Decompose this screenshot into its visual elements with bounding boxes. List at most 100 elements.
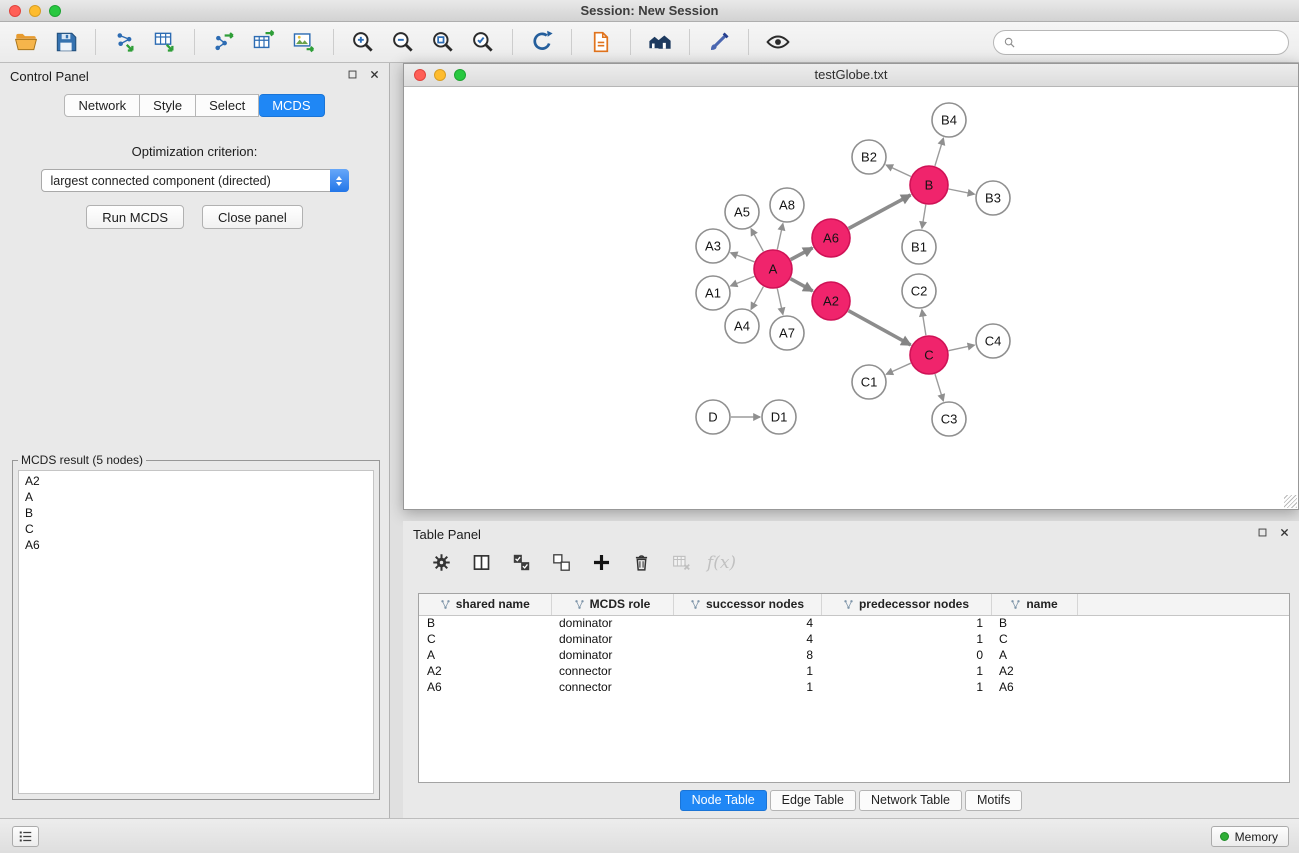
zoom-in-button[interactable] [343, 24, 383, 60]
table-cell[interactable]: B [419, 615, 551, 631]
zoom-fit-button[interactable] [423, 24, 463, 60]
export-table-button[interactable] [244, 24, 284, 60]
save-session-button[interactable] [46, 24, 86, 60]
table-cell[interactable]: 1 [821, 631, 991, 647]
search-field[interactable] [993, 30, 1289, 55]
table-cell[interactable]: A6 [991, 679, 1077, 695]
table-cell[interactable]: A6 [419, 679, 551, 695]
column-header-MCDS-role[interactable]: MCDS role [551, 594, 673, 615]
tab-node-table[interactable]: Node Table [680, 790, 767, 811]
mcds-result-item[interactable]: B [19, 505, 373, 521]
table-cell[interactable]: C [419, 631, 551, 647]
table-cell[interactable]: connector [551, 663, 673, 679]
tab-select[interactable]: Select [196, 94, 259, 117]
tab-edge-table[interactable]: Edge Table [770, 790, 856, 811]
node-C2[interactable]: C2 [902, 274, 936, 308]
show-columns-button[interactable] [465, 547, 498, 578]
tab-motifs[interactable]: Motifs [965, 790, 1022, 811]
node-table[interactable]: shared nameMCDS rolesuccessor nodesprede… [418, 593, 1290, 783]
node-B[interactable]: B [910, 166, 948, 204]
table-cell[interactable]: A [991, 647, 1077, 663]
table-cell[interactable]: C [991, 631, 1077, 647]
resize-grip[interactable] [1284, 495, 1297, 508]
memory-button[interactable]: Memory [1211, 826, 1289, 847]
home-button[interactable] [640, 24, 680, 60]
export-network-button[interactable] [204, 24, 244, 60]
node-D1[interactable]: D1 [762, 400, 796, 434]
search-input[interactable] [1022, 36, 1279, 50]
table-cell[interactable]: 1 [821, 615, 991, 631]
edge-A-A2[interactable] [791, 279, 813, 291]
edge-A2-C[interactable] [849, 311, 911, 345]
delete-row-button[interactable] [625, 547, 658, 578]
tab-network[interactable]: Network [64, 94, 140, 117]
node-D[interactable]: D [696, 400, 730, 434]
edge-C-C3[interactable] [935, 374, 943, 401]
mcds-result-item[interactable]: C [19, 521, 373, 537]
table-cell[interactable]: dominator [551, 631, 673, 647]
node-B1[interactable]: B1 [902, 230, 936, 264]
network-close-button[interactable] [414, 69, 426, 81]
node-A6[interactable]: A6 [812, 219, 850, 257]
criterion-dropdown[interactable]: largest connected component (directed) [41, 169, 349, 192]
node-A[interactable]: A [754, 250, 792, 288]
table-row[interactable]: Cdominator41C [419, 631, 1289, 647]
network-window-titlebar[interactable]: testGlobe.txt [404, 64, 1298, 87]
network-canvas[interactable]: B4B2BB3A5A8A6A3B1AA1C2A2A4A7C4CC1C3DD1 [405, 87, 1299, 508]
edge-A-A3[interactable] [731, 253, 755, 262]
network-minimize-button[interactable] [434, 69, 446, 81]
column-header-predecessor-nodes[interactable]: predecessor nodes [821, 594, 991, 615]
table-cell[interactable]: 1 [821, 679, 991, 695]
table-cell[interactable]: connector [551, 679, 673, 695]
column-header-shared-name[interactable]: shared name [419, 594, 551, 615]
table-cell[interactable]: 1 [673, 679, 821, 695]
tab-network-table[interactable]: Network Table [859, 790, 962, 811]
zoom-out-button[interactable] [383, 24, 423, 60]
tab-style[interactable]: Style [140, 94, 196, 117]
apply-layout-button[interactable] [522, 24, 562, 60]
table-cell[interactable]: 8 [673, 647, 821, 663]
tab-mcds[interactable]: MCDS [259, 94, 324, 117]
table-cell[interactable]: dominator [551, 647, 673, 663]
edge-A-A7[interactable] [777, 289, 783, 315]
table-cell[interactable]: A2 [991, 663, 1077, 679]
edge-C-C2[interactable] [922, 310, 926, 335]
node-B4[interactable]: B4 [932, 103, 966, 137]
network-zoom-button[interactable] [454, 69, 466, 81]
analyzer-button[interactable] [699, 24, 739, 60]
add-row-button[interactable] [585, 547, 618, 578]
mcds-result-item[interactable]: A6 [19, 537, 373, 553]
open-document-button[interactable] [581, 24, 621, 60]
node-B2[interactable]: B2 [852, 140, 886, 174]
table-cell[interactable]: dominator [551, 615, 673, 631]
node-C1[interactable]: C1 [852, 365, 886, 399]
edge-B-B2[interactable] [886, 165, 911, 177]
edge-B-B1[interactable] [922, 205, 926, 229]
table-cell[interactable]: 1 [673, 663, 821, 679]
node-C3[interactable]: C3 [932, 402, 966, 436]
node-C4[interactable]: C4 [976, 324, 1010, 358]
node-A8[interactable]: A8 [770, 188, 804, 222]
edge-A-A8[interactable] [777, 224, 783, 250]
table-row[interactable]: A2connector11A2 [419, 663, 1289, 679]
edge-A-A4[interactable] [751, 287, 763, 310]
zoom-selected-button[interactable] [463, 24, 503, 60]
close-panel-button[interactable]: Close panel [202, 205, 303, 229]
node-C[interactable]: C [910, 336, 948, 374]
import-table-button[interactable] [145, 24, 185, 60]
node-A4[interactable]: A4 [725, 309, 759, 343]
table-cell[interactable]: 0 [821, 647, 991, 663]
edge-C-C1[interactable] [886, 363, 911, 374]
table-row[interactable]: A6connector11A6 [419, 679, 1289, 695]
float-panel-icon[interactable] [347, 69, 358, 80]
table-cell[interactable]: 4 [673, 631, 821, 647]
edge-C-C4[interactable] [949, 345, 975, 351]
mcds-result-item[interactable]: A [19, 489, 373, 505]
close-table-panel-icon[interactable] [1279, 527, 1290, 538]
table-cell[interactable]: A [419, 647, 551, 663]
node-A2[interactable]: A2 [812, 282, 850, 320]
edge-A-A6[interactable] [791, 248, 813, 260]
edge-B-B4[interactable] [935, 138, 944, 166]
table-cell[interactable]: 4 [673, 615, 821, 631]
edge-A-A5[interactable] [751, 229, 763, 252]
